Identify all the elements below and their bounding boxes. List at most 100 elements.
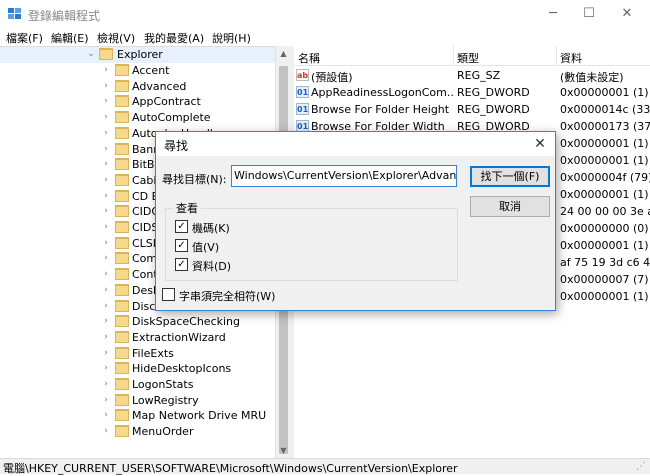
tree-item-label: Accent xyxy=(132,64,170,77)
close-button[interactable]: ✕ xyxy=(604,0,650,28)
dword-value-icon: 01 xyxy=(296,86,309,98)
chevron-right-icon[interactable]: › xyxy=(101,285,111,295)
tree-item[interactable]: › Map Network Drive MRU xyxy=(0,408,275,424)
tree-item-explorer[interactable]: ⌄ Explorer xyxy=(0,47,275,63)
chevron-right-icon[interactable]: › xyxy=(101,269,111,279)
tree-item-label: HideDesktopIcons xyxy=(132,362,232,376)
menu-favorites[interactable]: 我的最愛(A) xyxy=(144,30,204,46)
folder-icon xyxy=(115,425,129,438)
menu-help[interactable]: 說明(H) xyxy=(212,30,251,46)
chevron-right-icon[interactable]: › xyxy=(101,332,111,342)
folder-icon xyxy=(115,378,129,390)
tree-item[interactable]: › Accent xyxy=(0,63,275,79)
chevron-right-icon[interactable]: › xyxy=(101,253,111,263)
tree-item-label: AppContract xyxy=(132,95,201,109)
chevron-right-icon[interactable]: › xyxy=(101,81,111,91)
chevron-right-icon[interactable]: › xyxy=(101,96,111,106)
chevron-right-icon[interactable]: › xyxy=(101,316,111,326)
menu-file[interactable]: 檔案(F) xyxy=(6,30,43,46)
scroll-up-icon[interactable]: ▲ xyxy=(276,46,291,61)
chevron-right-icon[interactable]: › xyxy=(101,144,111,154)
values-checkbox-label[interactable]: 值(V) xyxy=(192,239,219,255)
folder-icon xyxy=(115,142,129,155)
match-whole-checkbox-label[interactable]: 字串須完全相符(W) xyxy=(179,288,275,304)
column-divider[interactable] xyxy=(453,46,454,66)
find-what-label: 尋找目標(N): xyxy=(162,173,227,186)
tree-item-label: ExtractionWizard xyxy=(132,330,226,344)
chevron-right-icon[interactable]: › xyxy=(101,238,111,248)
folder-icon xyxy=(115,346,129,359)
title-bar: 登錄編輯程式 ─ ☐ ✕ xyxy=(0,0,650,28)
chevron-down-icon[interactable]: ⌄ xyxy=(86,49,96,59)
match-whole-checkbox[interactable] xyxy=(162,288,175,301)
value-type: REG_DWORD xyxy=(457,86,530,99)
data-checkbox[interactable]: ✓ xyxy=(175,258,188,271)
tree-item[interactable]: › MenuOrder xyxy=(0,424,275,440)
menu-view[interactable]: 檢視(V) xyxy=(97,30,135,46)
tree-item[interactable]: › HideDesktopIcons xyxy=(0,361,275,377)
folder-icon xyxy=(115,158,129,171)
resize-grip-icon[interactable]: ⋰ xyxy=(636,461,646,472)
chevron-right-icon[interactable]: › xyxy=(101,395,111,405)
chevron-right-icon[interactable]: › xyxy=(101,65,111,75)
chevron-right-icon[interactable]: › xyxy=(101,426,111,436)
tree-item[interactable]: › DiskSpaceChecking xyxy=(0,314,275,330)
chevron-right-icon[interactable]: › xyxy=(101,222,111,232)
value-row[interactable]: 01 AppReadinessLogonCom... REG_DWORD 0x0000… xyxy=(294,84,650,101)
chevron-right-icon[interactable]: › xyxy=(101,112,111,122)
column-divider[interactable] xyxy=(556,46,557,66)
tree-item[interactable]: › LogonStats xyxy=(0,377,275,393)
chevron-right-icon[interactable]: › xyxy=(101,128,111,138)
find-next-button[interactable]: 找下一個(F) xyxy=(470,166,550,187)
status-bar: 電腦\HKEY_CURRENT_USER\SOFTWARE\Microsoft\… xyxy=(0,458,650,475)
value-data: 24 00 00 00 3e a8 xyxy=(560,205,650,218)
value-name: Browse For Folder Height xyxy=(311,103,450,116)
cancel-button[interactable]: 取消 xyxy=(470,196,550,217)
tree-item[interactable]: › AppContract xyxy=(0,94,275,110)
tree-item[interactable]: › FileExts xyxy=(0,346,275,362)
folder-icon xyxy=(115,64,129,76)
chevron-right-icon[interactable]: › xyxy=(101,206,111,216)
value-data: 0x0000014c (332) xyxy=(560,103,650,116)
window-title: 登錄編輯程式 xyxy=(28,9,101,23)
chevron-right-icon[interactable]: › xyxy=(101,348,111,358)
list-header: 名稱 類型 資料 xyxy=(294,46,650,66)
tree-item-label: DiskSpaceChecking xyxy=(132,315,240,329)
column-header-data[interactable]: 資料 xyxy=(560,50,582,66)
tree-item[interactable]: › ExtractionWizard xyxy=(0,330,275,346)
chevron-right-icon[interactable]: › xyxy=(101,301,111,311)
folder-icon xyxy=(115,299,129,312)
folder-icon xyxy=(115,393,129,406)
tree-item[interactable]: › Advanced xyxy=(0,79,275,95)
value-data: 0x00000007 (7) xyxy=(560,273,649,286)
column-header-type[interactable]: 類型 xyxy=(457,50,479,66)
tree-item[interactable]: › AutoComplete xyxy=(0,110,275,126)
dialog-close-icon[interactable]: ✕ xyxy=(529,134,551,154)
chevron-right-icon[interactable]: › xyxy=(101,159,111,169)
column-header-name[interactable]: 名稱 xyxy=(298,50,320,66)
scroll-down-icon[interactable]: ▼ xyxy=(276,443,291,458)
folder-icon xyxy=(115,111,129,124)
folder-icon xyxy=(115,252,129,265)
value-row[interactable]: ab (預設值) REG_SZ (數值未設定) xyxy=(294,67,650,84)
value-name: (預設值) xyxy=(311,71,353,84)
keys-checkbox-label[interactable]: 機碼(K) xyxy=(192,220,230,236)
tree-item[interactable]: › LowRegistry xyxy=(0,393,275,409)
chevron-right-icon[interactable]: › xyxy=(101,363,111,373)
tree-item-label: LowRegistry xyxy=(132,393,199,407)
menu-edit[interactable]: 編輯(E) xyxy=(51,30,89,46)
keys-checkbox[interactable]: ✓ xyxy=(175,220,188,233)
find-what-input[interactable]: Windows\CurrentVersion\Explorer\Advanced xyxy=(231,165,457,187)
chevron-right-icon[interactable]: › xyxy=(101,410,111,420)
values-checkbox[interactable]: ✓ xyxy=(175,239,188,252)
tree-item-label: LogonStats xyxy=(132,378,194,391)
value-data: 0x00000001 (1) xyxy=(560,188,649,201)
data-checkbox-label[interactable]: 資料(D) xyxy=(192,258,231,274)
folder-icon xyxy=(115,268,129,281)
chevron-right-icon[interactable]: › xyxy=(101,175,111,185)
value-row[interactable]: 01 Browse For Folder Height REG_DWORD 0x000… xyxy=(294,101,650,118)
dialog-title-bar: 尋找 ✕ xyxy=(156,132,555,156)
value-data: 0x00000001 (1) xyxy=(560,86,649,99)
chevron-right-icon[interactable]: › xyxy=(101,379,111,389)
chevron-right-icon[interactable]: › xyxy=(101,191,111,201)
